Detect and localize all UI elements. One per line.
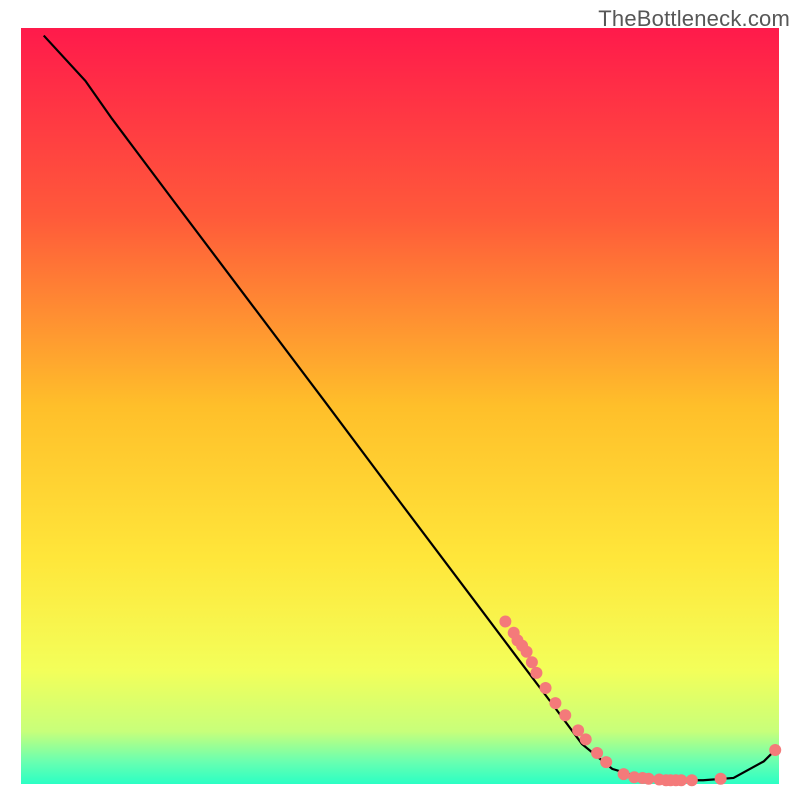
sample-point: [559, 709, 571, 721]
sample-point: [549, 697, 561, 709]
sample-point: [530, 667, 542, 679]
watermark-text: TheBottleneck.com: [598, 6, 790, 32]
sample-point: [499, 615, 511, 627]
sample-point: [643, 773, 655, 785]
sample-point: [769, 744, 781, 756]
chart-container: TheBottleneck.com: [0, 0, 800, 800]
sample-point: [591, 747, 603, 759]
sample-point: [618, 768, 630, 780]
plot-background: [21, 28, 779, 784]
sample-point: [600, 756, 612, 768]
sample-point: [675, 774, 687, 786]
sample-point: [540, 682, 552, 694]
sample-point: [715, 773, 727, 785]
sample-point: [580, 733, 592, 745]
sample-point: [526, 656, 538, 668]
sample-point: [521, 646, 533, 658]
bottleneck-chart: [0, 0, 800, 800]
sample-point: [686, 774, 698, 786]
